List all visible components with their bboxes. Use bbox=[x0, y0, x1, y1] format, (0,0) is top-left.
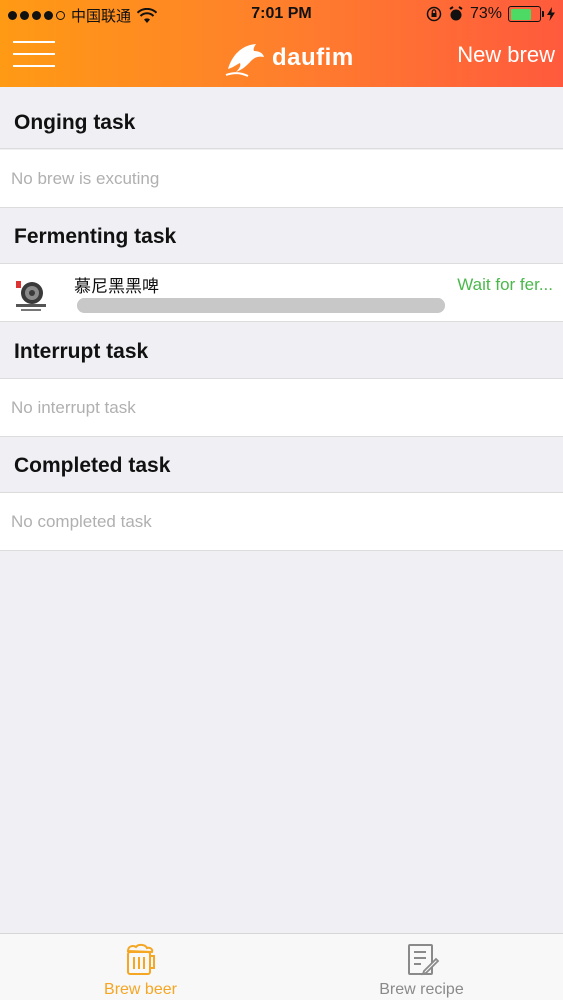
status-bar: 中国联通 7:01 PM 73% bbox=[0, 0, 563, 30]
brand-logo: daufim bbox=[224, 39, 354, 77]
menu-button[interactable] bbox=[13, 41, 55, 67]
completed-empty-row: No completed task bbox=[0, 493, 563, 551]
brand-name: daufim bbox=[272, 44, 354, 71]
battery-percent: 73% bbox=[469, 5, 502, 22]
task-status: Wait for fer... bbox=[457, 275, 553, 294]
empty-message: No brew is excuting bbox=[11, 169, 160, 188]
empty-message: No completed task bbox=[11, 512, 152, 531]
battery-icon bbox=[508, 6, 544, 22]
task-name: 慕尼黑黑啤 bbox=[74, 277, 159, 296]
dolphin-logo-icon bbox=[225, 44, 264, 77]
section-header-completed: Completed task bbox=[0, 437, 563, 493]
beer-thumbnail-icon bbox=[11, 273, 51, 313]
beer-mug-icon bbox=[126, 943, 155, 975]
tab-bar: Brew beer Brew recipe bbox=[0, 933, 563, 1000]
section-title: Onging task bbox=[14, 111, 136, 134]
task-progress-bar bbox=[77, 298, 445, 313]
tab-brew-recipe[interactable]: Brew recipe bbox=[281, 934, 562, 1000]
empty-message: No interrupt task bbox=[11, 398, 136, 417]
status-bar-right: 73% bbox=[426, 5, 555, 23]
tab-brew-beer[interactable]: Brew beer bbox=[0, 934, 281, 1000]
section-title: Fermenting task bbox=[14, 225, 177, 248]
app-header: 中国联通 7:01 PM 73% daufim New brew bbox=[0, 0, 563, 87]
task-progress-fill bbox=[77, 298, 445, 313]
recipe-edit-icon bbox=[407, 944, 439, 976]
section-title: Completed task bbox=[14, 454, 171, 477]
section-header-interrupt: Interrupt task bbox=[0, 323, 563, 379]
section-header-fermenting: Fermenting task bbox=[0, 209, 563, 264]
tab-label: Brew beer bbox=[104, 981, 177, 998]
section-title: Interrupt task bbox=[14, 340, 149, 363]
tab-label: Brew recipe bbox=[379, 981, 464, 998]
ongoing-empty-row: No brew is excuting bbox=[0, 150, 563, 208]
battery-level bbox=[510, 8, 531, 20]
fermenting-task-row[interactable]: 慕尼黑黑啤 Wait for fer... bbox=[0, 264, 563, 322]
nav-bar: daufim New brew bbox=[0, 30, 563, 87]
charging-icon bbox=[547, 7, 555, 21]
section-header-ongoing: Onging task bbox=[0, 87, 563, 149]
interrupt-empty-row: No interrupt task bbox=[0, 379, 563, 437]
alarm-icon bbox=[449, 6, 463, 21]
new-brew-button[interactable]: New brew bbox=[457, 42, 555, 68]
orientation-lock-icon bbox=[426, 6, 442, 22]
